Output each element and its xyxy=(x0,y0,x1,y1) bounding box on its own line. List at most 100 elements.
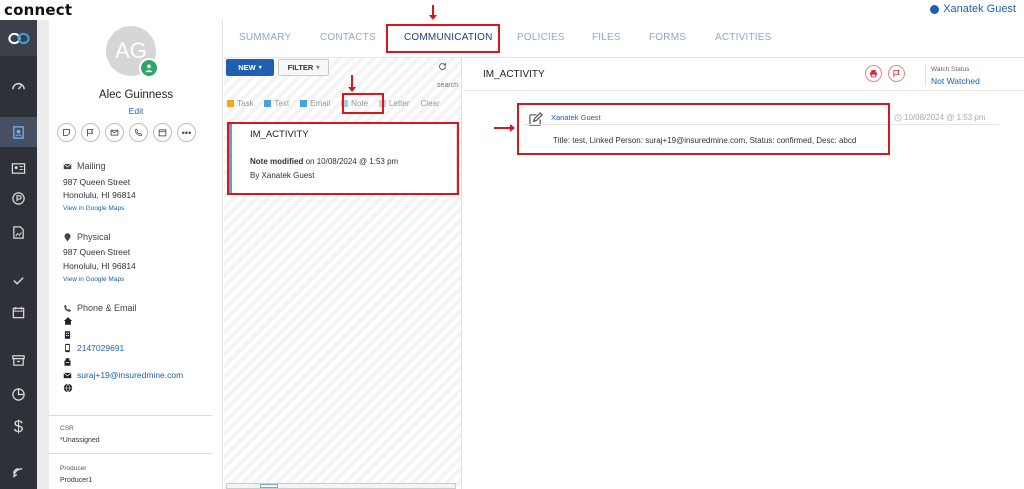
tab-files[interactable]: FILES xyxy=(592,32,621,43)
clear-filters-link[interactable]: Clear xyxy=(421,99,440,108)
physical-label: Physical xyxy=(63,232,111,242)
highlight-activity-item xyxy=(227,122,459,195)
csr-value: *Unassigned xyxy=(60,437,100,444)
watch-status-value[interactable]: Not Watched xyxy=(931,76,980,86)
filter-task[interactable]: Task xyxy=(227,99,253,108)
policy-p-icon[interactable] xyxy=(0,183,37,213)
mobile-icon xyxy=(65,343,70,353)
filter-email[interactable]: Email xyxy=(300,99,330,108)
refresh-icon[interactable] xyxy=(438,62,447,74)
tab-summary[interactable]: SUMMARY xyxy=(239,32,291,43)
email-icon xyxy=(63,372,72,378)
filter-text[interactable]: Text xyxy=(264,99,289,108)
phone-number[interactable]: 2147029691 xyxy=(77,343,124,353)
user-icon xyxy=(930,4,940,14)
arrow-to-note-filter xyxy=(348,75,356,92)
dollar-icon[interactable]: $ xyxy=(0,412,37,442)
person-badge-icon xyxy=(139,58,159,78)
email-color-swatch xyxy=(300,100,308,107)
arrow-to-entry-detail xyxy=(494,124,515,132)
mobile-phone-row: 2147029691 xyxy=(63,343,124,353)
mailing-label: Mailing xyxy=(63,161,106,171)
chevron-down-icon: ▿ xyxy=(316,65,320,71)
brand-logo: connect xyxy=(4,1,73,19)
edit-contact-link[interactable]: Edit xyxy=(49,106,223,116)
user-menu[interactable]: Xanatek Guest xyxy=(930,3,1016,15)
phone-email-label: Phone & Email xyxy=(63,303,137,313)
producer-value: Producer1 xyxy=(60,477,93,484)
panel-edge-shade xyxy=(37,20,49,489)
section-divider xyxy=(49,415,212,416)
contact-name: Alec Guinness xyxy=(98,89,174,101)
flag-icon[interactable] xyxy=(888,65,905,82)
quick-actions: ••• xyxy=(57,123,196,142)
contacts-card-icon[interactable] xyxy=(0,117,37,147)
calendar-icon[interactable] xyxy=(0,297,37,327)
header-separator xyxy=(925,64,926,86)
signal-icon[interactable] xyxy=(0,457,37,487)
watch-status-label: Watch Status xyxy=(931,66,970,73)
header-divider xyxy=(463,90,1024,91)
left-nav-rail: $ xyxy=(0,20,37,489)
entry-timestamp: 10/08/2024 @ 1:53 pm xyxy=(894,113,986,122)
check-icon[interactable] xyxy=(0,265,37,295)
search-input[interactable] xyxy=(226,80,458,90)
physical-city: Honolulu, HI 96814 xyxy=(63,261,136,271)
highlight-communication-tab xyxy=(386,24,500,53)
section-divider xyxy=(49,453,212,454)
home-phone-row xyxy=(63,316,73,326)
phone-action-icon[interactable] xyxy=(129,123,148,142)
top-bar: connect Xanatek Guest xyxy=(0,0,1024,20)
more-options-icon[interactable]: ••• xyxy=(177,123,196,142)
email-action-icon[interactable] xyxy=(105,123,124,142)
home-icon xyxy=(63,317,73,325)
tab-activities[interactable]: ACTIVITIES xyxy=(715,32,771,43)
flag-action-icon[interactable] xyxy=(81,123,100,142)
producer-label: Producer xyxy=(60,465,87,472)
dashboard-gauge-icon[interactable] xyxy=(0,70,37,100)
mail-icon xyxy=(63,163,72,169)
email-row: suraj+19@insuredmine.com xyxy=(63,370,183,380)
tab-forms[interactable]: FORMS xyxy=(649,32,686,43)
mailing-street: 987 Queen Street xyxy=(63,177,131,187)
contact-tabs: SUMMARY CONTACTS COMMUNICATION POLICIES … xyxy=(224,20,1024,58)
new-button[interactable]: NEW ▾ xyxy=(226,59,274,76)
chevron-down-icon: ▾ xyxy=(258,65,262,71)
user-name: Xanatek Guest xyxy=(943,3,1016,15)
pie-chart-icon[interactable] xyxy=(0,379,37,409)
tab-contacts[interactable]: CONTACTS xyxy=(320,32,376,43)
phone-icon xyxy=(64,304,72,312)
physical-street: 987 Queen Street xyxy=(63,247,131,257)
connect-logo-icon[interactable] xyxy=(0,20,37,56)
highlight-note-filter xyxy=(342,93,384,114)
archive-icon[interactable] xyxy=(0,345,37,375)
task-color-swatch xyxy=(227,100,234,107)
fax-row xyxy=(63,357,72,367)
building-icon xyxy=(64,331,71,339)
note-action-icon[interactable] xyxy=(57,123,76,142)
location-pin-icon xyxy=(64,232,71,241)
id-card-icon[interactable] xyxy=(0,153,37,183)
scrollbar-thumb[interactable] xyxy=(260,484,278,488)
print-icon[interactable] xyxy=(865,65,882,82)
clock-icon xyxy=(894,113,902,122)
text-color-swatch xyxy=(264,100,272,107)
mailing-city: Honolulu, HI 96814 xyxy=(63,190,136,200)
image-file-icon[interactable] xyxy=(0,217,37,247)
contact-profile-panel: AG Alec Guinness Edit ••• Mailing 987 Qu… xyxy=(37,20,223,489)
office-phone-row xyxy=(63,330,72,340)
fax-icon xyxy=(64,358,71,366)
highlight-entry-detail xyxy=(517,103,890,155)
detail-title: IM_ACTIVITY xyxy=(483,69,545,80)
type-filters: Task Text Email Note Letter Clear xyxy=(227,99,451,108)
mailing-map-link[interactable]: View in Google Maps xyxy=(63,205,124,212)
website-row xyxy=(63,383,73,393)
tab-policies[interactable]: POLICIES xyxy=(517,32,565,43)
filter-button[interactable]: FILTER ▿ xyxy=(278,59,329,76)
physical-map-link[interactable]: View in Google Maps xyxy=(63,276,124,283)
csr-label: CSR xyxy=(60,425,74,432)
calendar-action-icon[interactable] xyxy=(153,123,172,142)
globe-icon xyxy=(63,383,73,393)
list-scrollbar[interactable] xyxy=(226,483,456,489)
email-address[interactable]: suraj+19@insuredmine.com xyxy=(77,370,183,380)
